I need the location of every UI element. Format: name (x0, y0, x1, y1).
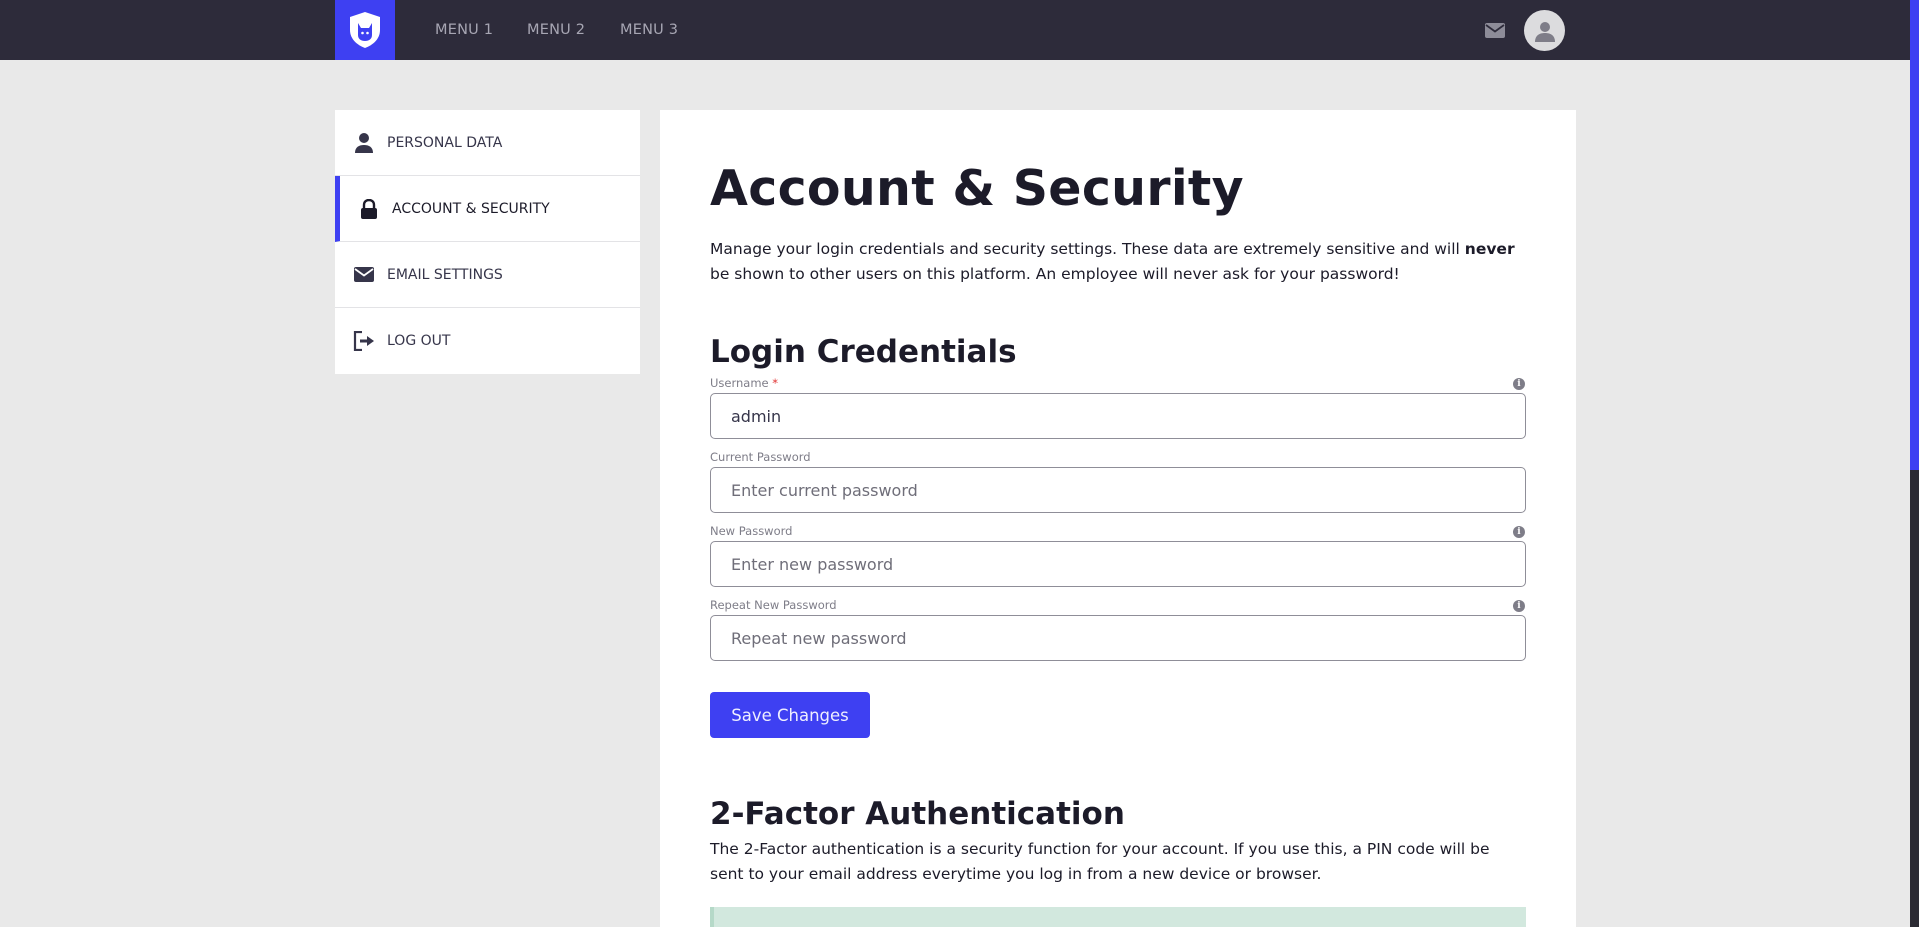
intro-text-part: Manage your login credentials and securi… (710, 240, 1465, 258)
sidebar: PERSONAL DATA ACCOUNT & SECURITY EMAIL S… (335, 110, 640, 374)
required-mark: * (772, 376, 779, 390)
two-factor-heading: 2-Factor Authentication (710, 796, 1125, 832)
repeat-password-field[interactable] (710, 615, 1526, 661)
username-field[interactable] (710, 393, 1526, 439)
lock-icon (358, 198, 380, 220)
info-icon[interactable]: i (1513, 600, 1525, 612)
save-changes-button[interactable]: Save Changes (710, 692, 870, 738)
menu-item-2[interactable]: MENU 2 (527, 0, 585, 60)
top-navbar: MENU 1 MENU 2 MENU 3 (0, 0, 1910, 60)
intro-text-emphasis: never (1464, 240, 1515, 258)
username-label: Username * (710, 376, 778, 390)
sidebar-item-email-settings[interactable]: EMAIL SETTINGS (335, 242, 640, 308)
sidebar-item-label: EMAIL SETTINGS (387, 266, 503, 283)
messages-button[interactable] (1484, 19, 1506, 41)
sidebar-item-log-out[interactable]: LOG OUT (335, 308, 640, 374)
username-label-text: Username (710, 376, 769, 390)
page-title: Account & Security (710, 160, 1244, 217)
main-content: Account & Security Manage your login cre… (660, 110, 1576, 927)
scrollbar-thumb[interactable] (1910, 0, 1919, 470)
envelope-icon (1485, 22, 1505, 38)
shield-cat-icon (350, 12, 380, 48)
intro-text: Manage your login credentials and securi… (710, 237, 1526, 286)
current-password-field[interactable] (710, 467, 1526, 513)
info-icon[interactable]: i (1513, 378, 1525, 390)
user-icon (353, 132, 375, 154)
user-avatar-icon (1534, 21, 1555, 42)
sidebar-item-account-security[interactable]: ACCOUNT & SECURITY (335, 176, 640, 242)
info-icon[interactable]: i (1513, 526, 1525, 538)
two-factor-description: The 2-Factor authentication is a securit… (710, 840, 1490, 883)
sidebar-item-personal-data[interactable]: PERSONAL DATA (335, 110, 640, 176)
sidebar-item-label: ACCOUNT & SECURITY (392, 200, 550, 217)
logo[interactable] (335, 0, 395, 60)
sidebar-item-label: PERSONAL DATA (387, 134, 503, 151)
current-password-label: Current Password (710, 450, 811, 464)
envelope-icon (353, 264, 375, 286)
logout-icon (353, 330, 375, 352)
menu-item-1[interactable]: MENU 1 (435, 0, 493, 60)
new-password-label: New Password (710, 524, 793, 538)
two-factor-status-alert (710, 907, 1526, 927)
sidebar-item-label: LOG OUT (387, 333, 451, 349)
repeat-password-label: Repeat New Password (710, 598, 837, 612)
new-password-field[interactable] (710, 541, 1526, 587)
intro-text-part: be shown to other users on this platform… (710, 264, 1400, 283)
login-credentials-heading: Login Credentials (710, 334, 1017, 370)
user-avatar-button[interactable] (1524, 10, 1565, 51)
menu-item-3[interactable]: MENU 3 (620, 0, 678, 60)
